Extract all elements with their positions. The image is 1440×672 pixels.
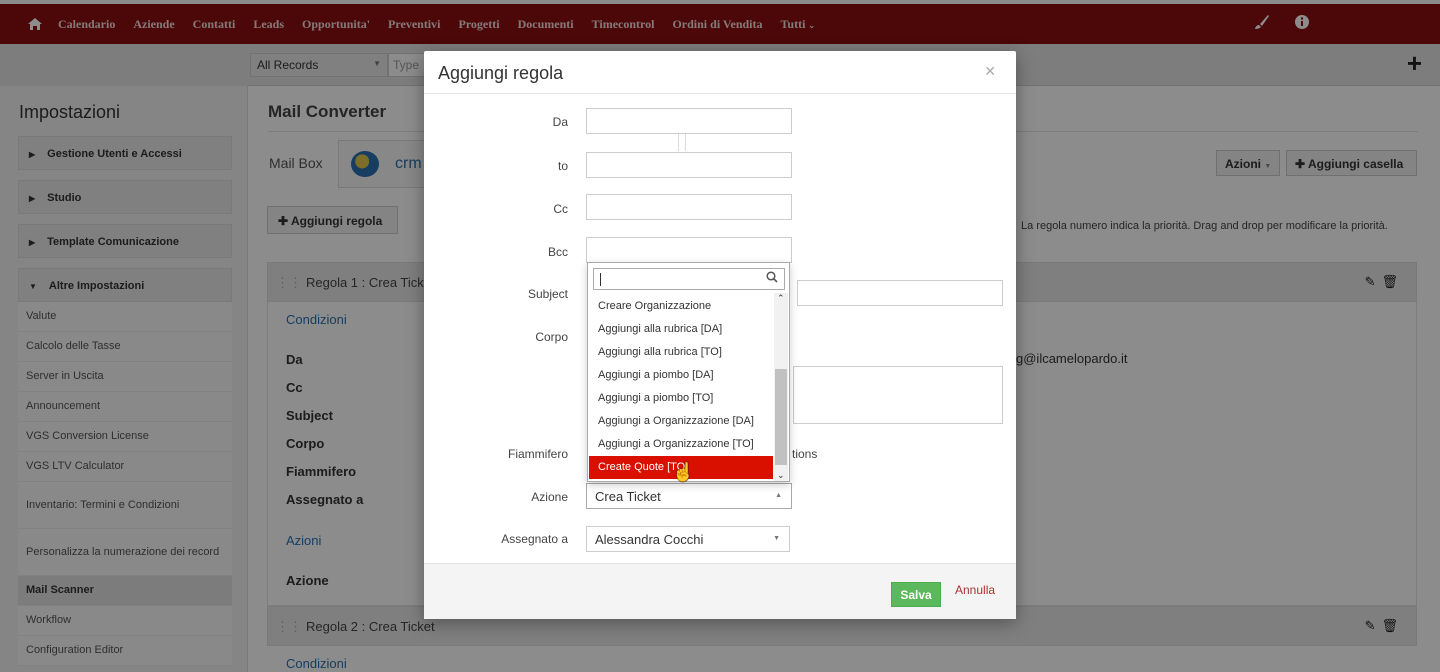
cc-input[interactable]: [586, 194, 792, 220]
caret-down-icon: ▼: [773, 535, 780, 542]
save-button[interactable]: Salva: [891, 582, 941, 607]
search-icon: [766, 271, 778, 286]
dropdown-options: Creare Organizzazione Aggiungi alla rubr…: [589, 295, 773, 479]
hand-cursor-icon: ☝: [672, 462, 695, 482]
modal-header: Aggiungi regola ✕: [424, 51, 1016, 94]
scrollbar-thumb[interactable]: [775, 369, 787, 465]
dropdown-scrollbar[interactable]: ⌃ ⌄: [774, 293, 788, 481]
scroll-up-icon[interactable]: ⌃: [777, 293, 785, 304]
azione-dropdown-list: Creare Organizzazione Aggiungi alla rubr…: [587, 262, 790, 482]
azione-select[interactable]: Crea Ticket ▲: [586, 483, 792, 509]
field-separator: [678, 134, 686, 151]
label-fiammifero: Fiammifero: [507, 447, 568, 461]
azione-selected-value: Crea Ticket: [595, 489, 661, 504]
subject-input[interactable]: [797, 280, 1003, 306]
close-icon[interactable]: ✕: [984, 63, 996, 80]
scroll-down-icon[interactable]: ⌄: [777, 470, 785, 481]
dropdown-option[interactable]: Aggiungi a Organizzazione [TO]: [589, 433, 773, 456]
to-input[interactable]: [586, 152, 792, 178]
label-cc: Cc: [553, 202, 568, 216]
caret-up-icon: ▲: [775, 492, 782, 499]
label-azione: Azione: [531, 490, 568, 504]
dropdown-option[interactable]: Aggiungi a piombo [DA]: [589, 364, 773, 387]
label-to: to: [557, 159, 568, 173]
bcc-input[interactable]: [586, 237, 792, 263]
dropdown-option[interactable]: Aggiungi alla rubrica [TO]: [589, 341, 773, 364]
label-assegnato: Assegnato a: [501, 532, 568, 546]
label-da: Da: [552, 115, 568, 129]
assegnato-selected-value: Alessandra Cocchi: [595, 532, 704, 547]
label-bcc: Bcc: [547, 245, 568, 259]
label-subject: Subject: [527, 287, 568, 301]
label-corpo: Corpo: [535, 330, 568, 344]
dropdown-option[interactable]: Creare Organizzazione: [589, 295, 773, 318]
modal-title: Aggiungi regola: [438, 63, 564, 83]
dropdown-option[interactable]: Aggiungi alla rubrica [DA]: [589, 318, 773, 341]
modal-footer: Salva Annulla: [424, 563, 1016, 619]
dropdown-option[interactable]: Aggiungi a piombo [TO]: [589, 387, 773, 410]
text-cursor: [600, 273, 601, 286]
assegnato-select[interactable]: Alessandra Cocchi ▼: [586, 526, 790, 552]
corpo-textarea[interactable]: [793, 366, 1003, 424]
dropdown-option[interactable]: Aggiungi a Organizzazione [DA]: [589, 410, 773, 433]
cancel-link[interactable]: Annulla: [955, 583, 995, 597]
fiammifero-option-text: tions: [792, 447, 818, 461]
da-input[interactable]: [586, 108, 792, 134]
dropdown-search-input[interactable]: [593, 268, 785, 290]
